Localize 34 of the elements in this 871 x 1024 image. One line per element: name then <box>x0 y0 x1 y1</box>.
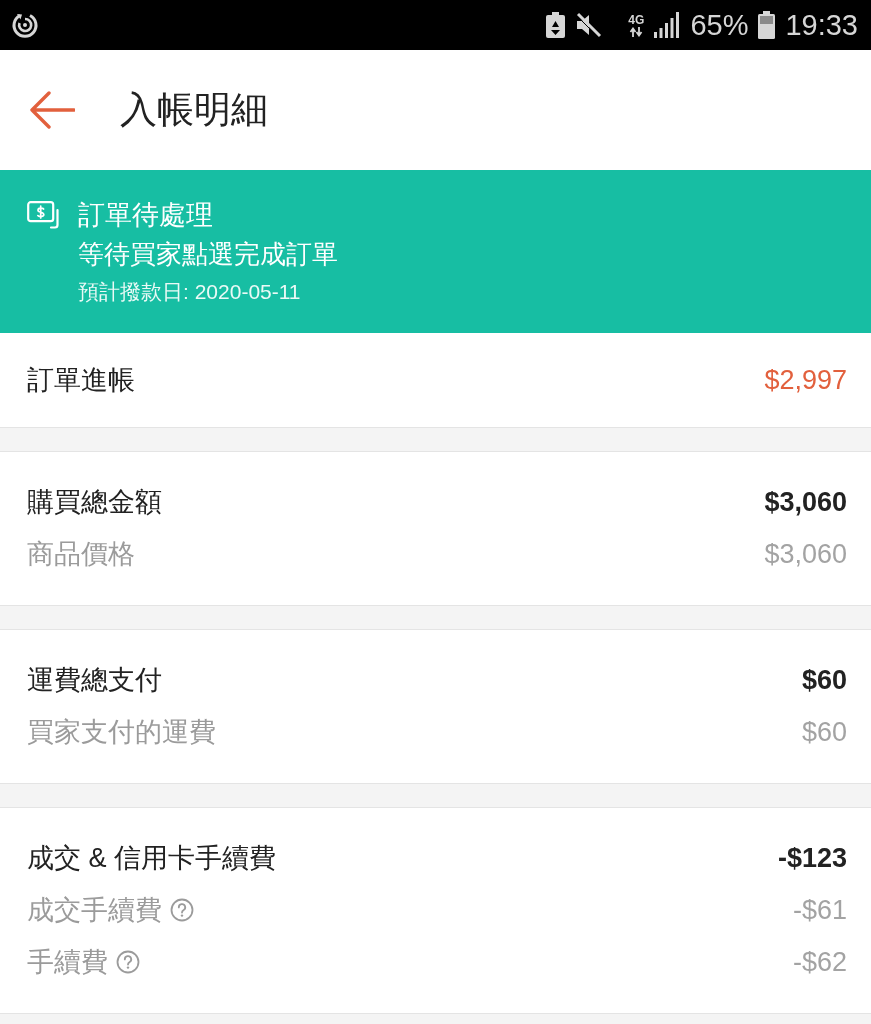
item-amount: -$123 <box>777 842 847 874</box>
arrow-left-icon <box>29 91 75 129</box>
circle-arrow-icon <box>11 11 39 39</box>
payout-date-text: 預計撥款日: 2020-05-11 <box>78 279 302 305</box>
detail-label: 成交手續費 <box>27 894 162 927</box>
battery-recycle-icon <box>546 12 566 38</box>
item-label: 運費總支付 <box>27 664 162 697</box>
detail-label: 商品價格 <box>27 538 135 571</box>
battery-percent-text: 65% <box>690 10 749 40</box>
item-label: 訂單進帳 <box>27 364 135 397</box>
network-type-text: 4G <box>628 13 645 26</box>
item-amount: $3,060 <box>764 486 847 518</box>
detail-label: 買家支付的運費 <box>27 716 216 749</box>
detail-amount: $3,060 <box>764 538 847 570</box>
banner-title: 訂單待處理 <box>78 199 214 232</box>
detail-amount: -$61 <box>792 894 847 926</box>
cash-icon <box>27 201 60 229</box>
item-label: 成交 & 信用卡手續費 <box>27 842 276 875</box>
item-amount: $60 <box>801 664 847 696</box>
help-icon[interactable] <box>116 950 140 974</box>
detail-label: 手續費 <box>27 946 108 979</box>
detail-amount: -$62 <box>792 946 847 978</box>
battery-icon <box>758 11 776 39</box>
help-icon[interactable] <box>170 898 194 922</box>
back-button[interactable] <box>28 90 76 130</box>
item-amount: $2,997 <box>764 364 847 396</box>
page-title: 入帳明細 <box>120 87 268 132</box>
item-label: 購買總金額 <box>27 486 162 519</box>
detail-amount: $60 <box>801 716 847 748</box>
signal-icon <box>654 12 681 38</box>
clock-text: 19:33 <box>785 10 858 40</box>
data-arrows-icon <box>629 26 644 37</box>
banner-subtitle: 等待買家點選完成訂單 <box>78 238 339 271</box>
mute-icon <box>575 12 603 38</box>
